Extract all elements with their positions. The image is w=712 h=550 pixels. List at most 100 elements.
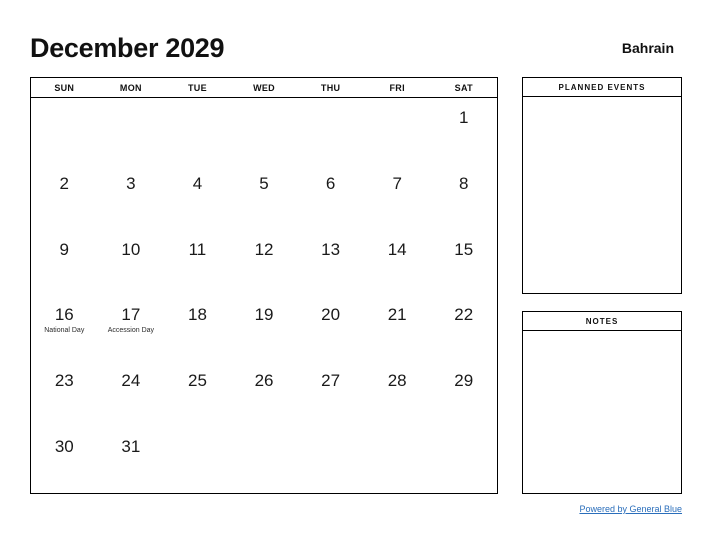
day-cell-1[interactable]: 1 xyxy=(430,98,497,164)
day-number: 25 xyxy=(187,371,207,391)
day-cell-3[interactable]: 3 xyxy=(98,164,165,230)
day-number: 5 xyxy=(259,173,269,193)
calendar-grid: SUN MON TUE WED THU FRI SAT 1 2 3 4 5 6 7 8 9 10 11 12 13 1… xyxy=(30,77,498,494)
day-number: 18 xyxy=(187,305,207,325)
day-cell-2[interactable]: 2 xyxy=(31,164,98,230)
week-row: 2 3 4 5 6 7 8 xyxy=(31,164,497,230)
day-number: 3 xyxy=(126,173,136,193)
day-cell-22[interactable]: 22 xyxy=(430,295,497,361)
day-number: 22 xyxy=(454,305,474,325)
notes-writing-area[interactable] xyxy=(523,331,681,493)
day-cell-28[interactable]: 28 xyxy=(364,361,431,427)
day-event-label: National Day xyxy=(44,327,85,335)
day-cell-21[interactable]: 21 xyxy=(364,295,431,361)
country-label: Bahrain xyxy=(621,40,674,56)
notes-title: NOTES xyxy=(523,312,681,331)
day-number: 27 xyxy=(321,371,341,391)
day-cell-empty xyxy=(297,427,364,493)
day-cell-25[interactable]: 25 xyxy=(164,361,231,427)
day-number: 23 xyxy=(54,371,74,391)
planned-events-panel: PLANNED EVENTS xyxy=(522,77,682,294)
day-cell-31[interactable]: 31 xyxy=(98,427,165,493)
day-cell-empty xyxy=(164,98,231,164)
day-number: 14 xyxy=(387,239,407,259)
week-row: 1 xyxy=(31,98,497,164)
day-cell-empty xyxy=(31,98,98,164)
day-number: 7 xyxy=(392,173,402,193)
day-number: 15 xyxy=(454,239,474,259)
weekday-header-fri: FRI xyxy=(389,82,405,93)
day-cell-24[interactable]: 24 xyxy=(98,361,165,427)
powered-by-link[interactable]: Powered by General Blue xyxy=(522,504,682,514)
day-number: 21 xyxy=(387,305,407,325)
day-number: 8 xyxy=(459,173,469,193)
day-cell-12[interactable]: 12 xyxy=(231,230,298,296)
day-cell-16[interactable]: 16 National Day xyxy=(31,295,98,361)
day-number: 29 xyxy=(454,371,474,391)
day-cell-15[interactable]: 15 xyxy=(430,230,497,296)
day-number: 28 xyxy=(387,371,407,391)
weekday-header-sun: SUN xyxy=(54,82,75,93)
day-cell-23[interactable]: 23 xyxy=(31,361,98,427)
day-cell-11[interactable]: 11 xyxy=(164,230,231,296)
day-number: 20 xyxy=(321,305,341,325)
notes-panel: NOTES xyxy=(522,311,682,494)
day-cell-empty xyxy=(231,427,298,493)
week-row: 23 24 25 26 27 28 29 xyxy=(31,361,497,427)
week-row: 9 10 11 12 13 14 15 xyxy=(31,230,497,296)
day-cell-29[interactable]: 29 xyxy=(430,361,497,427)
day-number: 11 xyxy=(188,239,207,259)
calendar-weeks: 1 2 3 4 5 6 7 8 9 10 11 12 13 14 15 16 National Day 17 Acc… xyxy=(31,98,497,493)
day-number: 12 xyxy=(254,239,274,259)
day-number: 17 xyxy=(121,305,141,325)
day-number: 6 xyxy=(325,173,336,193)
day-number: 30 xyxy=(54,437,74,457)
day-cell-7[interactable]: 7 xyxy=(364,164,431,230)
page-header: December 2029 Bahrain xyxy=(30,28,682,68)
day-number: 1 xyxy=(459,108,469,127)
day-cell-empty xyxy=(98,98,165,164)
day-cell-empty xyxy=(297,98,364,164)
weekday-header-sat: SAT xyxy=(454,82,473,93)
day-cell-4[interactable]: 4 xyxy=(164,164,231,230)
day-number: 19 xyxy=(254,305,274,325)
day-cell-9[interactable]: 9 xyxy=(31,230,98,296)
weekday-header-row: SUN MON TUE WED THU FRI SAT xyxy=(31,78,497,98)
planned-events-writing-area[interactable] xyxy=(523,97,681,293)
day-cell-empty xyxy=(430,427,497,493)
day-cell-17[interactable]: 17 Accession Day xyxy=(98,295,165,361)
day-cell-10[interactable]: 10 xyxy=(98,230,165,296)
weekday-header-tue: TUE xyxy=(187,82,207,93)
day-number: 26 xyxy=(254,371,274,391)
day-number: 4 xyxy=(192,173,203,193)
day-event-label: Accession Day xyxy=(107,327,155,335)
weekday-header-mon: MON xyxy=(119,82,142,93)
day-cell-18[interactable]: 18 xyxy=(164,295,231,361)
day-number: 16 xyxy=(54,305,74,325)
week-row: 30 31 xyxy=(31,427,497,493)
day-cell-8[interactable]: 8 xyxy=(430,164,497,230)
day-number: 31 xyxy=(121,437,141,457)
day-cell-14[interactable]: 14 xyxy=(364,230,431,296)
day-cell-19[interactable]: 19 xyxy=(231,295,298,361)
weekday-header-thu: THU xyxy=(320,82,341,93)
day-cell-27[interactable]: 27 xyxy=(297,361,364,427)
day-cell-6[interactable]: 6 xyxy=(297,164,364,230)
day-number: 13 xyxy=(321,239,341,259)
day-cell-5[interactable]: 5 xyxy=(231,164,298,230)
day-cell-empty xyxy=(231,98,298,164)
day-cell-26[interactable]: 26 xyxy=(231,361,298,427)
day-number: 2 xyxy=(59,173,70,193)
day-cell-empty xyxy=(364,98,431,164)
day-cell-13[interactable]: 13 xyxy=(297,230,364,296)
day-cell-empty xyxy=(364,427,431,493)
day-cell-30[interactable]: 30 xyxy=(31,427,98,493)
page-title: December 2029 xyxy=(30,32,225,63)
week-row: 16 National Day 17 Accession Day 18 19 20 21 22 xyxy=(31,295,497,361)
day-cell-20[interactable]: 20 xyxy=(297,295,364,361)
day-number: 24 xyxy=(121,371,141,391)
day-cell-empty xyxy=(164,427,231,493)
weekday-header-wed: WED xyxy=(253,82,275,93)
planned-events-title: PLANNED EVENTS xyxy=(523,78,681,97)
day-number: 9 xyxy=(59,239,70,259)
